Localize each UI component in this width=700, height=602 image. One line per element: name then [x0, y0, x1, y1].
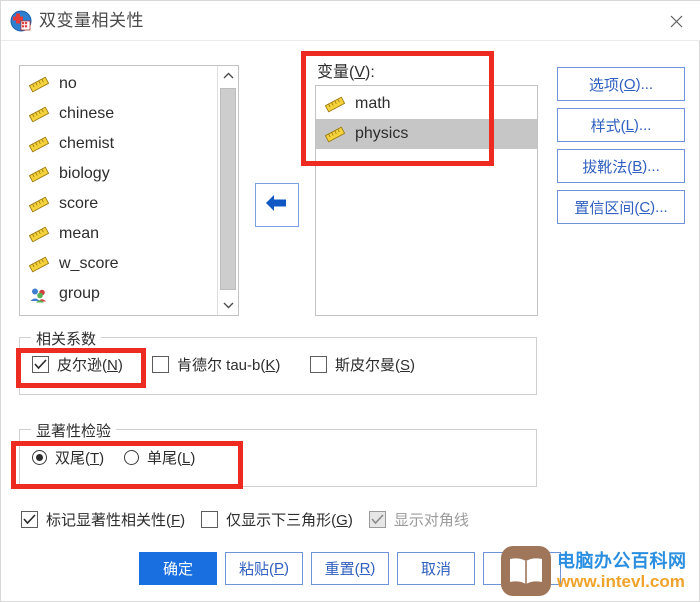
styles-button[interactable]: 样式(L)...	[557, 108, 685, 142]
source-variable-list[interactable]: no chinese chemist biology score mean w_…	[19, 65, 239, 316]
one-tailed-radio[interactable]	[124, 450, 139, 465]
one-tailed-radio-row[interactable]: 单尾(L)	[124, 447, 195, 468]
list-item-label: group	[59, 285, 100, 302]
show-diagonal-checkbox	[368, 511, 386, 528]
variables-label: 变量(V):	[317, 64, 375, 81]
cancel-button[interactable]: 取消	[397, 552, 475, 585]
scale-ruler-icon	[324, 96, 346, 113]
correlation-coefficients-group: 相关系数 皮尔逊(N) 肯德尔 tau-b(K) 斯皮尔曼(S)	[19, 328, 537, 395]
list-item[interactable]: math	[316, 89, 537, 119]
list-item-label: score	[59, 195, 99, 212]
scale-ruler-icon	[28, 166, 50, 183]
spearman-label: 斯皮尔曼(S)	[335, 357, 416, 374]
list-item[interactable]: chemist	[20, 129, 216, 159]
list-item-label: chemist	[59, 135, 115, 152]
pearson-label: 皮尔逊(N)	[57, 357, 123, 374]
source-variable-items: no chinese chemist biology score mean w_…	[20, 69, 216, 309]
list-item[interactable]: mean	[20, 219, 216, 249]
list-item-label: w_score	[59, 255, 119, 272]
reset-button[interactable]: 重置(R)	[311, 552, 389, 585]
watermark-site-name: 电脑办公百科网	[557, 551, 687, 571]
close-icon[interactable]	[659, 7, 693, 35]
two-tailed-label: 双尾(T)	[55, 450, 105, 467]
list-item-label: physics	[355, 125, 409, 142]
title-bar: 双变量相关性	[1, 1, 700, 41]
kendall-label: 肯德尔 tau-b(K)	[177, 357, 281, 374]
kendall-checkbox[interactable]	[152, 356, 169, 373]
left-arrow-icon	[264, 192, 290, 219]
list-item-label: chinese	[59, 105, 115, 122]
help-button[interactable]	[483, 552, 561, 585]
pearson-checkbox[interactable]	[32, 356, 49, 373]
list-item[interactable]: chinese	[20, 99, 216, 129]
list-item[interactable]: no	[20, 69, 216, 99]
bottom-options-row: 标记显著性相关性(F) 仅显示下三角形(G) 显示对角线	[21, 509, 485, 530]
scale-ruler-icon	[28, 76, 50, 93]
radio-dot	[36, 454, 43, 461]
list-item-label: math	[355, 95, 391, 112]
show-diagonal-label: 显示对角线	[393, 512, 469, 529]
confidence-interval-button[interactable]: 置信区间(C)...	[557, 190, 685, 224]
scroll-down-icon[interactable]	[218, 295, 238, 315]
list-item[interactable]: physics	[316, 119, 537, 149]
list-item-label: mean	[59, 225, 100, 242]
kendall-checkbox-row[interactable]: 肯德尔 tau-b(K)	[152, 354, 280, 375]
options-button[interactable]: 选项(O)...	[557, 67, 685, 101]
list-item[interactable]: biology	[20, 159, 216, 189]
ok-button[interactable]: 确定	[139, 552, 217, 585]
side-button-group: 选项(O)... 样式(L)... 拔靴法(B)... 置信区间(C)...	[557, 67, 685, 231]
list-item[interactable]: score	[20, 189, 216, 219]
significance-test-title: 显著性检验	[31, 420, 117, 441]
two-tailed-radio-row[interactable]: 双尾(T)	[32, 447, 104, 468]
one-tailed-label: 单尾(L)	[147, 450, 196, 467]
show-lower-triangle-checkbox-row[interactable]: 仅显示下三角形(G)	[201, 509, 353, 530]
list-item[interactable]: w_score	[20, 249, 216, 279]
move-to-variables-button[interactable]	[255, 183, 299, 227]
scroll-up-icon[interactable]	[218, 66, 238, 86]
show-lower-triangle-checkbox[interactable]	[201, 511, 219, 528]
list-item-label: no	[59, 75, 77, 92]
flag-significant-checkbox-row[interactable]: 标记显著性相关性(F)	[21, 509, 185, 530]
bootstrap-button[interactable]: 拔靴法(B)...	[557, 149, 685, 183]
spearman-checkbox-row[interactable]: 斯皮尔曼(S)	[310, 354, 415, 375]
show-diagonal-checkbox-row: 显示对角线	[368, 509, 469, 530]
scale-ruler-icon	[324, 126, 346, 143]
scale-ruler-icon	[28, 136, 50, 153]
nominal-group-icon	[29, 286, 49, 303]
pearson-checkbox-row[interactable]: 皮尔逊(N)	[32, 354, 123, 375]
list-item-label: biology	[59, 165, 110, 182]
variables-list[interactable]: math physics	[315, 85, 538, 316]
flag-significant-checkbox[interactable]	[21, 511, 38, 528]
significance-test-group: 显著性检验 双尾(T) 单尾(L)	[19, 420, 537, 487]
scale-ruler-icon	[28, 256, 50, 273]
scale-ruler-icon	[28, 196, 50, 213]
flag-significant-label: 标记显著性相关性(F)	[46, 512, 186, 529]
bivariate-correlations-dialog: 双变量相关性 no chinese chemist biology score …	[0, 0, 700, 602]
list-item[interactable]: group	[20, 279, 216, 309]
action-button-row: 确定 粘贴(P) 重置(R) 取消	[139, 552, 561, 585]
scale-ruler-icon	[28, 106, 50, 123]
scale-ruler-icon	[28, 226, 50, 243]
spearman-checkbox[interactable]	[310, 356, 327, 373]
show-lower-triangle-label: 仅显示下三角形(G)	[226, 512, 353, 529]
source-list-scrollbar[interactable]	[217, 66, 238, 315]
scrollbar-thumb[interactable]	[220, 88, 236, 290]
watermark-site-url: www.intevl.com	[557, 572, 685, 591]
paste-button[interactable]: 粘贴(P)	[225, 552, 303, 585]
two-tailed-radio[interactable]	[32, 450, 47, 465]
correlation-coefficients-title: 相关系数	[31, 328, 102, 349]
window-title: 双变量相关性	[39, 11, 144, 30]
spss-correlations-icon	[10, 10, 32, 32]
variables-list-items: math physics	[316, 89, 537, 149]
